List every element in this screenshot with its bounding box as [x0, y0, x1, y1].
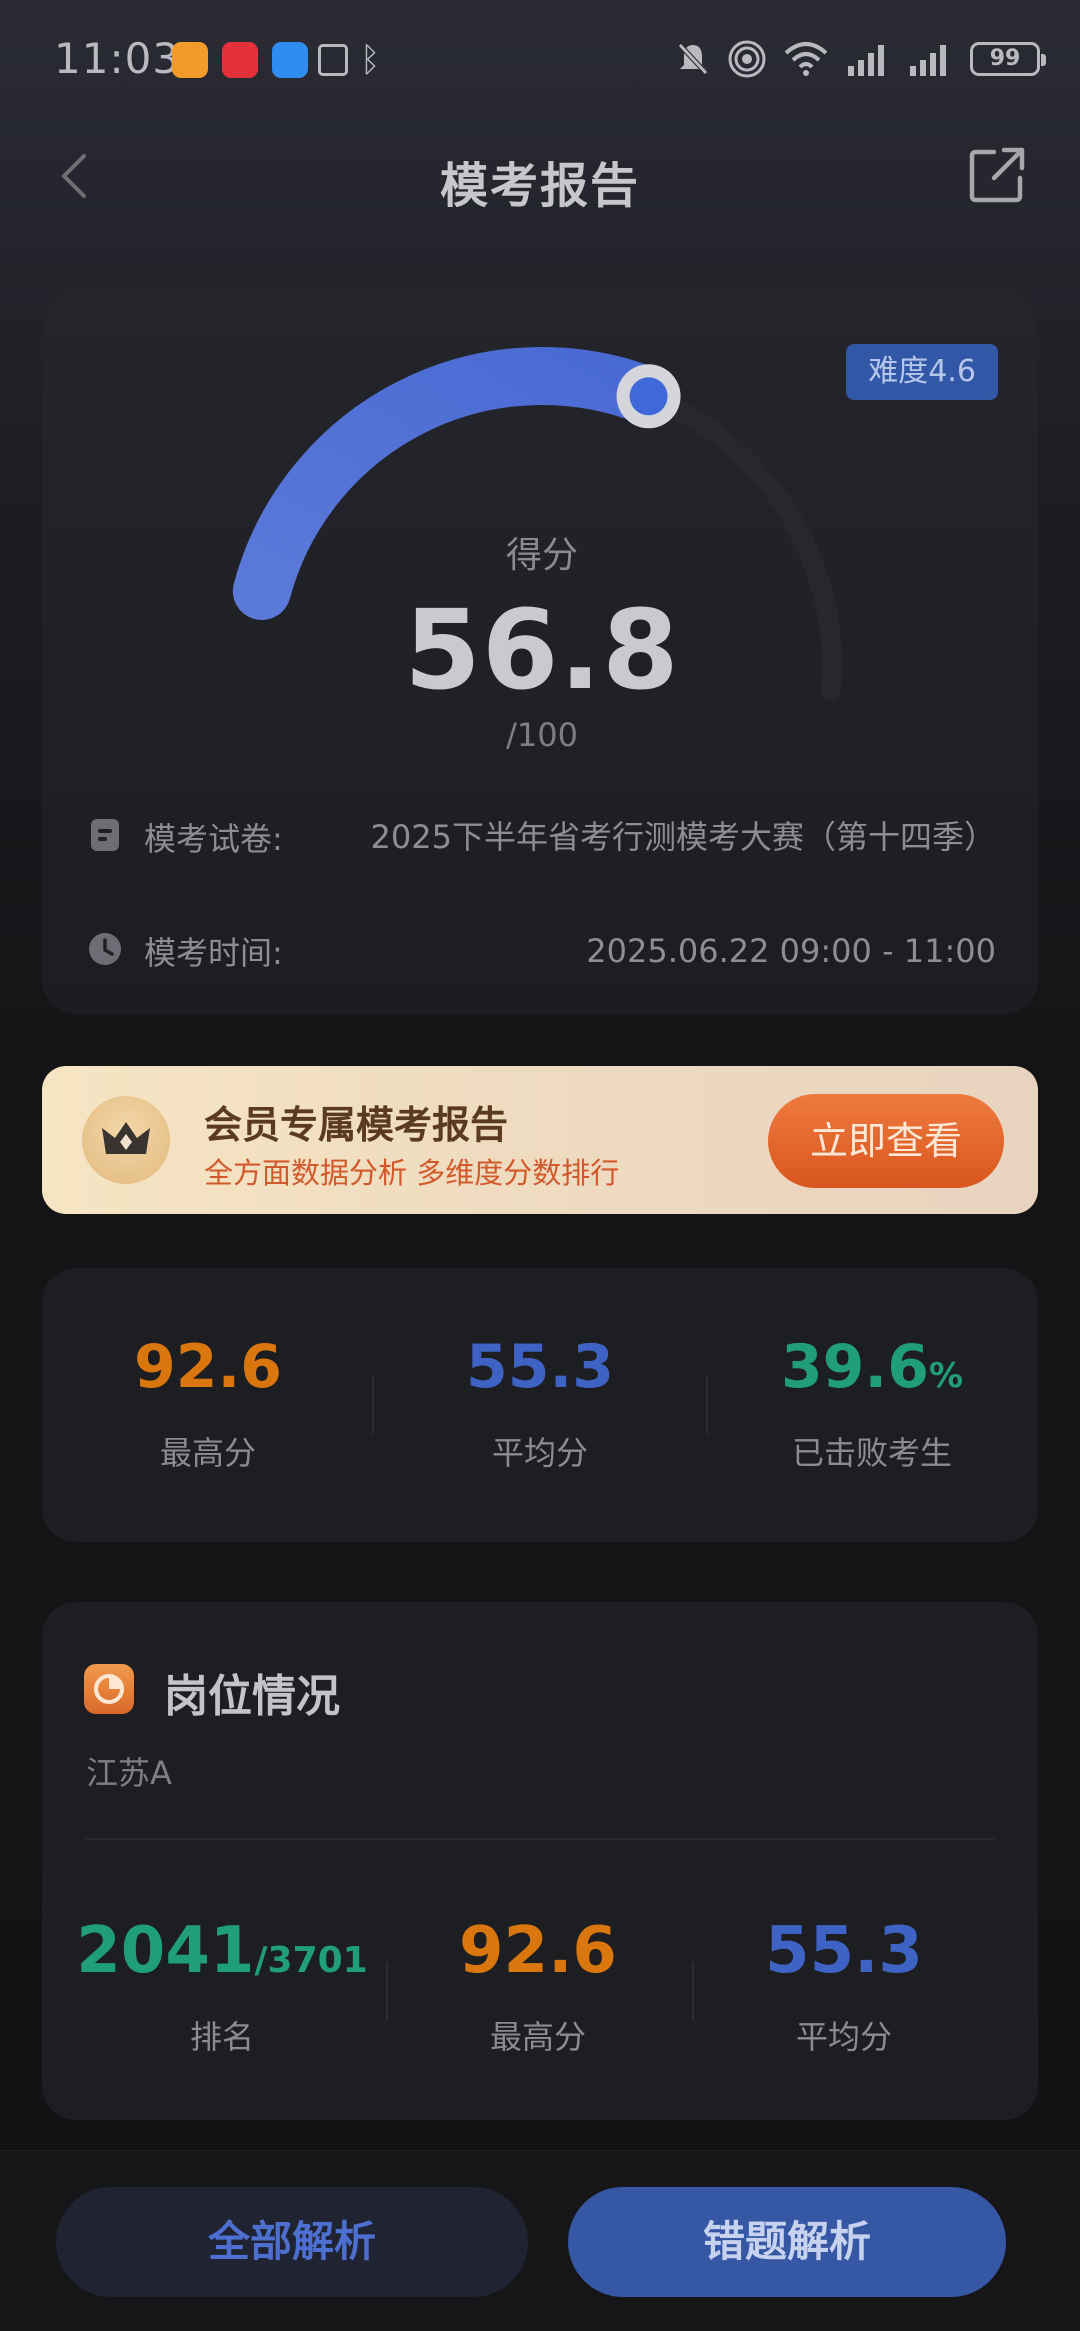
- post-highest-caption: 最高分: [489, 2018, 586, 2056]
- stat-beaten: 39.6% 已击败考生: [706, 1332, 1038, 1474]
- huawei-store-icon: [222, 42, 258, 78]
- post-rank-caption: 排名: [189, 2018, 254, 2056]
- vip-title: 会员专属模考报告: [204, 1103, 509, 1147]
- hotspot-icon: [728, 40, 766, 78]
- exam-time-row: 模考时间: 2025.06.22 09:00 - 11:00: [88, 928, 996, 974]
- stat-average-caption: 平均分: [491, 1434, 588, 1472]
- nfc-icon: [318, 44, 348, 76]
- wifi-icon: [784, 42, 828, 76]
- exam-time-label: 模考时间:: [144, 934, 283, 972]
- post-highest: 92.6 最高分: [388, 1914, 688, 2058]
- post-situation-card: 岗位情况 江苏A 2041/3701 排名 92.6 最高分 55.3 平均分: [42, 1602, 1038, 2120]
- stat-highest-value: 92.6: [133, 1332, 283, 1402]
- score-total: /100: [506, 716, 578, 754]
- pie-chart-icon: [84, 1664, 134, 1714]
- post-rank: 2041/3701 排名: [72, 1914, 372, 2058]
- stat-beaten-value: 39.6%: [780, 1332, 964, 1402]
- wrong-analysis-button[interactable]: 错题解析: [568, 2187, 1006, 2297]
- post-average: 55.3 平均分: [694, 1914, 994, 2058]
- battery-indicator: 99: [970, 42, 1046, 76]
- stat-highest-caption: 最高分: [159, 1434, 256, 1472]
- post-rank-value: 2041/3701: [76, 1914, 368, 1988]
- score-card: 难度4.6 得分 56.8 /100 模考试卷: 2025下半年省考行测模考大赛…: [42, 286, 1038, 1014]
- clock-icon: [89, 933, 121, 965]
- exam-paper-row: 模考试卷: 2025下半年省考行测模考大赛（第十四季）: [88, 814, 996, 860]
- post-average-caption: 平均分: [795, 2018, 892, 2056]
- post-highest-value: 92.6: [459, 1914, 617, 1988]
- status-bar: 11:03 ᛒ 99: [0, 0, 1080, 120]
- score-value: 56.8: [404, 586, 680, 714]
- page-title: 模考报告: [439, 158, 640, 214]
- score-gauge: 得分 56.8 /100: [192, 336, 892, 806]
- app-orange-icon: [172, 42, 208, 78]
- mute-bell-icon: [678, 43, 708, 75]
- all-analysis-button[interactable]: 全部解析: [56, 2187, 528, 2297]
- stat-average-value: 55.3: [465, 1332, 615, 1402]
- post-region: 江苏A: [86, 1754, 172, 1792]
- stat-beaten-caption: 已击败考生: [791, 1434, 952, 1472]
- share-external-icon[interactable]: [964, 142, 1030, 208]
- signal-icon: [848, 45, 884, 76]
- post-average-value: 55.3: [765, 1914, 923, 1988]
- document-icon: [91, 819, 119, 851]
- post-title: 岗位情况: [164, 1671, 340, 1722]
- status-time: 11:03: [54, 34, 181, 83]
- crown-icon: [82, 1096, 170, 1184]
- exam-paper-label: 模考试卷:: [144, 820, 283, 858]
- exam-time-value: 2025.06.22 09:00 - 11:00: [586, 932, 996, 970]
- message-icon: [272, 42, 308, 78]
- bluetooth-icon: ᛒ: [360, 40, 381, 80]
- stat-highest: 92.6 最高分: [42, 1332, 374, 1474]
- vip-subtitle: 全方面数据分析 多维度分数排行: [204, 1156, 620, 1190]
- signal-icon: [910, 45, 946, 76]
- exam-paper-value: 2025下半年省考行测模考大赛（第十四季）: [370, 818, 996, 856]
- divider: [86, 1838, 994, 1840]
- page-header: 模考报告: [0, 120, 1080, 230]
- bottom-action-bar: 全部解析 错题解析: [0, 2150, 1080, 2331]
- stat-average: 55.3 平均分: [374, 1332, 706, 1474]
- score-stats-card: 92.6 最高分 55.3 平均分 39.6% 已击败考生: [42, 1268, 1038, 1542]
- score-label: 得分: [505, 535, 578, 576]
- vip-report-banner[interactable]: 会员专属模考报告 全方面数据分析 多维度分数排行 立即查看: [42, 1066, 1038, 1214]
- view-now-button[interactable]: 立即查看: [768, 1094, 1004, 1188]
